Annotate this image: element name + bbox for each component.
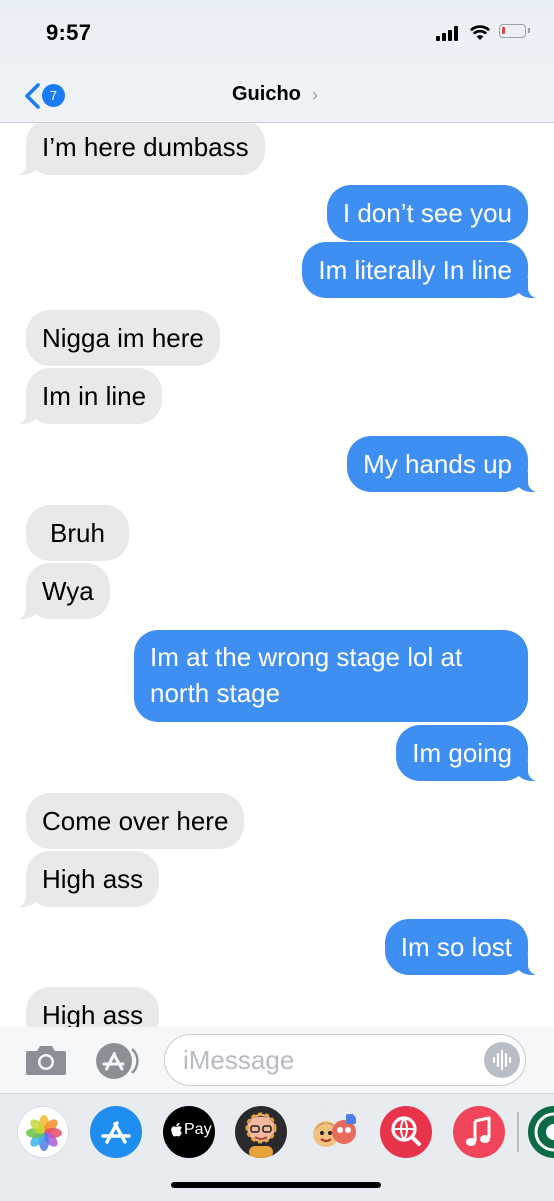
apple-pay-label: Pay — [184, 1121, 212, 1138]
compose-bar — [0, 1027, 554, 1093]
sent-message[interactable]: I don’t see you — [326, 185, 528, 241]
received-message[interactable]: High ass — [15, 851, 160, 907]
sent-message[interactable]: My hands up — [347, 436, 538, 492]
unread-count-badge[interactable]: 7 — [42, 84, 65, 107]
wifi-icon — [469, 25, 491, 40]
sent-message[interactable]: Im at the wrong stage lol at north stage — [134, 630, 528, 722]
sent-message[interactable]: Im so lost — [384, 919, 539, 975]
chevron-right-icon[interactable]: › — [312, 85, 318, 106]
web-search-icon[interactable] — [380, 1106, 432, 1158]
camera-icon[interactable] — [24, 1043, 68, 1077]
drawer-divider — [517, 1112, 519, 1152]
received-message[interactable]: Im in line — [15, 368, 163, 424]
apple-logo-icon — [171, 1122, 182, 1137]
audio-message-button[interactable] — [484, 1042, 520, 1078]
received-message[interactable]: Bruh — [26, 505, 129, 561]
starbucks-icon[interactable] — [528, 1106, 554, 1158]
received-message[interactable]: High ass — [26, 987, 160, 1027]
conversation-header: 7 Guicho › — [0, 70, 554, 123]
photos-icon[interactable] — [17, 1106, 69, 1158]
status-time: 9:57 — [46, 20, 92, 45]
received-message[interactable]: Nigga im here — [26, 310, 220, 366]
apple-pay-icon[interactable]: Pay — [163, 1106, 215, 1158]
received-message[interactable]: Wya — [16, 563, 110, 619]
sent-message[interactable]: Im going — [396, 725, 538, 781]
app-store-icon[interactable] — [90, 1106, 142, 1158]
received-message[interactable]: Come over here — [26, 793, 245, 849]
music-icon[interactable] — [453, 1106, 505, 1158]
home-indicator — [171, 1182, 381, 1188]
message-thread[interactable]: I’m here dumbass I don’t see you Im lite… — [0, 123, 554, 1027]
waveform-icon — [492, 1049, 512, 1071]
status-bar: 9:57 — [0, 0, 554, 70]
cellular-signal-icon — [436, 25, 462, 41]
contact-name[interactable]: Guicho — [232, 83, 301, 106]
app-store-icon[interactable] — [94, 1041, 140, 1081]
memoji-icon[interactable] — [235, 1106, 287, 1158]
memoji-stickers-icon[interactable] — [308, 1106, 360, 1158]
message-input[interactable] — [164, 1034, 526, 1086]
back-chevron-icon[interactable] — [22, 82, 42, 110]
received-message[interactable]: I’m here dumbass — [16, 123, 265, 175]
battery-icon — [499, 24, 530, 38]
sent-message[interactable]: Im literally In line — [302, 242, 538, 298]
